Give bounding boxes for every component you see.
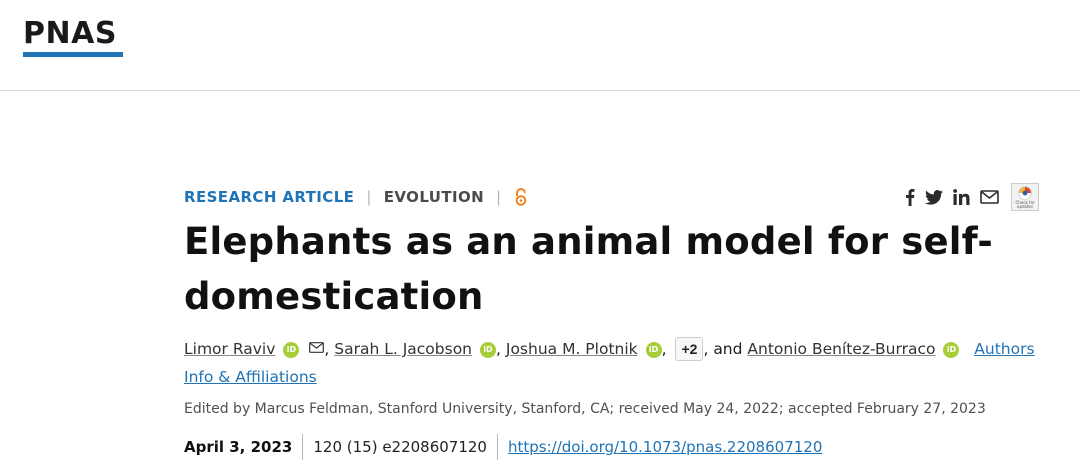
volume-issue: 120 (15) e2208607120 xyxy=(313,438,487,456)
linkedin-icon[interactable] xyxy=(953,182,970,212)
check-for-updates-icon[interactable]: Check for updates xyxy=(1011,183,1039,211)
logo-underline xyxy=(23,52,123,57)
editor-dates-line: Edited by Marcus Feldman, Stanford Unive… xyxy=(184,401,986,417)
meta-separator: | xyxy=(496,188,502,206)
orcid-icon[interactable]: iD xyxy=(283,342,300,358)
twitter-icon[interactable] xyxy=(925,182,943,212)
pnas-logo[interactable]: PNAS xyxy=(23,18,123,57)
email-share-icon[interactable] xyxy=(980,182,999,212)
check-for-updates-label: Check for updates xyxy=(1015,200,1035,209)
logo-text: PNAS xyxy=(23,16,117,51)
article-meta: RESEARCH ARTICLE | EVOLUTION | xyxy=(184,187,528,207)
author-conjunction: and xyxy=(713,340,743,358)
article-title: Elephants as an animal model for self-do… xyxy=(184,220,993,318)
author-comma: , xyxy=(661,340,672,358)
author-link[interactable]: Antonio Benítez-Burraco xyxy=(747,340,935,358)
author-link[interactable]: Joshua M. Plotnik xyxy=(506,340,638,358)
author-comma: , xyxy=(703,340,714,358)
orcid-icon[interactable]: iD xyxy=(645,342,662,358)
orcid-icon[interactable]: iD xyxy=(480,342,497,358)
site-header: PNAS xyxy=(0,0,1080,91)
facebook-icon[interactable] xyxy=(905,182,915,212)
publication-info: April 3, 2023 120 (15) e2208607120 https… xyxy=(184,433,822,461)
more-authors-button[interactable]: +2 xyxy=(675,337,704,361)
divider xyxy=(302,434,304,460)
author-link[interactable]: Sarah L. Jacobson xyxy=(334,340,472,358)
open-access-icon xyxy=(514,187,528,207)
divider xyxy=(496,434,498,460)
doi-link[interactable]: https://doi.org/10.1073/pnas.2208607120 xyxy=(508,438,822,456)
author-link[interactable]: Limor Raviv xyxy=(184,340,275,358)
author-comma: , xyxy=(496,340,506,358)
orcid-icon[interactable]: iD xyxy=(943,342,960,358)
meta-separator: | xyxy=(366,188,372,206)
author-list: Limor Raviv iD, Sarah L. Jacobson iD, Josh… xyxy=(184,334,1054,391)
share-toolbar: Check for updates xyxy=(905,182,1039,212)
article-type-link[interactable]: RESEARCH ARTICLE xyxy=(184,188,354,206)
article-topic-link[interactable]: EVOLUTION xyxy=(384,188,484,206)
email-author-icon[interactable] xyxy=(309,334,325,362)
publication-date: April 3, 2023 xyxy=(184,438,293,456)
author-comma: , xyxy=(324,340,335,358)
